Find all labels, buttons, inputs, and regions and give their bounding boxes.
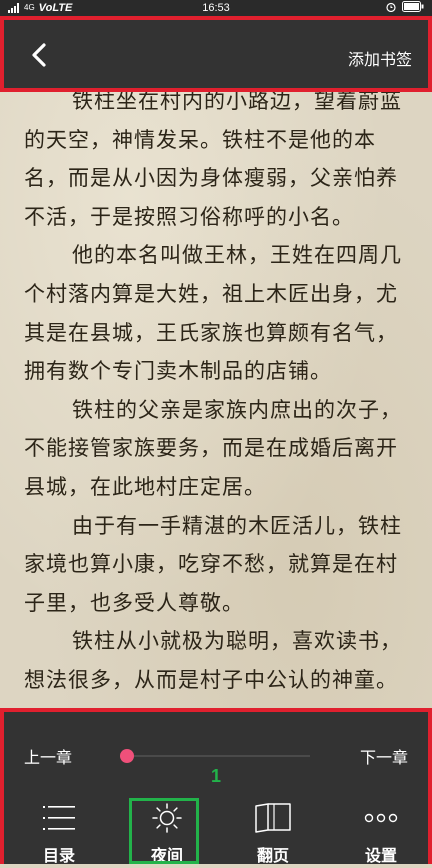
catalog-button[interactable]: 目录 <box>24 800 94 866</box>
reader-header: 添加书签 <box>0 16 432 92</box>
status-time: 16:53 <box>202 2 230 14</box>
settings-button[interactable]: 设置 <box>346 800 416 866</box>
status-right <box>386 1 424 12</box>
paragraph: 由于有一手精湛的木匠活儿，铁柱家境也算小康，吃穿不愁，就算是在村子里，也多受人尊… <box>24 513 402 615</box>
book-icon <box>255 803 291 833</box>
settings-label: 设置 <box>364 846 397 865</box>
prev-chapter-button[interactable]: 上一章 <box>24 744 72 768</box>
page-turn-label: 翻页 <box>256 846 289 865</box>
paragraph: 他的本名叫做王林，王姓在四周几个村落内算是大姓，祖上木匠出身，尤其是在县城，王氏… <box>24 243 402 384</box>
alarm-icon <box>386 2 396 12</box>
paragraph: 铁柱坐在村内的小路边，望着蔚蓝的天空，神情发呆。铁柱不是他的本名，而是从小因为身… <box>24 89 402 229</box>
reader-controls: 上一章 下一章 1 目录 夜间 翻页 设置 <box>0 708 432 865</box>
catalog-label: 目录 <box>42 846 75 865</box>
sun-icon <box>152 803 182 833</box>
night-mode-label: 夜间 <box>150 846 183 865</box>
chapter-progress-slider[interactable] <box>119 749 310 763</box>
battery-icon <box>402 1 424 12</box>
progress-thumb[interactable] <box>119 749 134 763</box>
reader-content[interactable]: 铁柱坐在村内的小路边，望着蔚蓝的天空，神情发呆。铁柱不是他的本名，而是从小因为身… <box>0 70 432 710</box>
add-bookmark-button[interactable]: 添加书签 <box>348 46 412 70</box>
step-badge: 1 <box>210 766 221 786</box>
paragraph: 铁柱的父亲是家族内庶出的次子，不能接管家族要务，而是在成婚后离开县城，在此地村庄… <box>24 397 402 499</box>
next-chapter-button[interactable]: 下一章 <box>360 744 408 768</box>
chapter-text: 铁柱坐在村内的小路边，望着蔚蓝的天空，神情发呆。铁柱不是他的本名，而是从小因为身… <box>24 82 414 700</box>
page-turn-button[interactable]: 翻页 <box>238 800 308 866</box>
bottom-toolbar: 目录 夜间 翻页 设置 <box>4 796 428 868</box>
list-icon <box>43 806 75 830</box>
more-dots-icon <box>364 813 398 823</box>
night-mode-button[interactable]: 夜间 <box>132 800 202 866</box>
status-bar: 4G VoLTE 16:53 <box>0 0 432 16</box>
paragraph: 铁柱从小就极为聪明，喜欢读书，想法很多，从而是村子中公认的神童。 <box>24 629 402 692</box>
chevron-left-icon <box>32 43 46 67</box>
back-button[interactable] <box>24 40 54 70</box>
